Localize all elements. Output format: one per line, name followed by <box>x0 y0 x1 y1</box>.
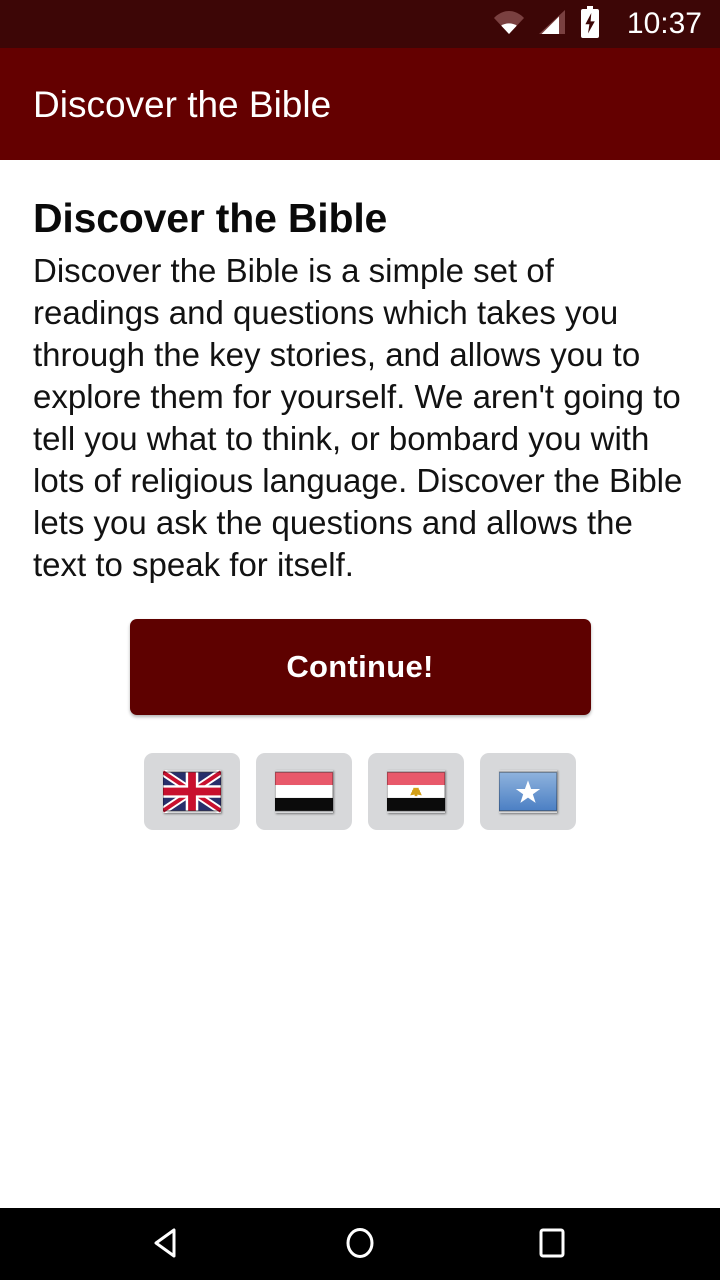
flag-button-somalia[interactable] <box>480 752 576 830</box>
flag-somalia-icon <box>498 770 558 813</box>
status-bar: 10:37 <box>0 0 720 48</box>
flag-button-yemen[interactable] <box>256 752 352 830</box>
flag-button-egypt[interactable] <box>368 752 464 830</box>
wifi-icon <box>493 9 525 40</box>
intro-paragraph: Discover the Bible is a simple set of re… <box>33 251 683 583</box>
nav-home-button[interactable] <box>315 1208 405 1280</box>
main-content: Discover the Bible Discover the Bible is… <box>0 160 720 1208</box>
app-bar: Discover the Bible <box>0 48 720 160</box>
status-bar-clock: 10:37 <box>626 7 702 40</box>
flag-button-united-kingdom[interactable] <box>144 752 240 830</box>
home-circle-icon <box>340 1223 380 1266</box>
battery-charging-icon <box>579 5 601 43</box>
flag-egypt-icon <box>386 770 446 813</box>
continue-button-row: Continue! <box>33 618 687 715</box>
system-navigation-bar <box>0 1208 720 1280</box>
page-title: Discover the Bible <box>33 195 388 241</box>
nav-back-button[interactable] <box>123 1208 213 1280</box>
recents-square-icon <box>532 1223 572 1266</box>
status-icon-group: 10:37 <box>493 5 702 43</box>
flag-uk-icon <box>160 768 224 814</box>
app-bar-title: Discover the Bible <box>33 83 332 125</box>
cellular-signal-icon <box>537 9 567 40</box>
nav-recents-button[interactable] <box>507 1208 597 1280</box>
back-triangle-icon <box>148 1223 188 1266</box>
language-selector <box>33 752 687 830</box>
continue-button[interactable]: Continue! <box>129 618 591 715</box>
app-screen: 10:37 Discover the Bible Discover the Bi… <box>0 0 720 1280</box>
flag-yemen-icon <box>274 770 334 813</box>
